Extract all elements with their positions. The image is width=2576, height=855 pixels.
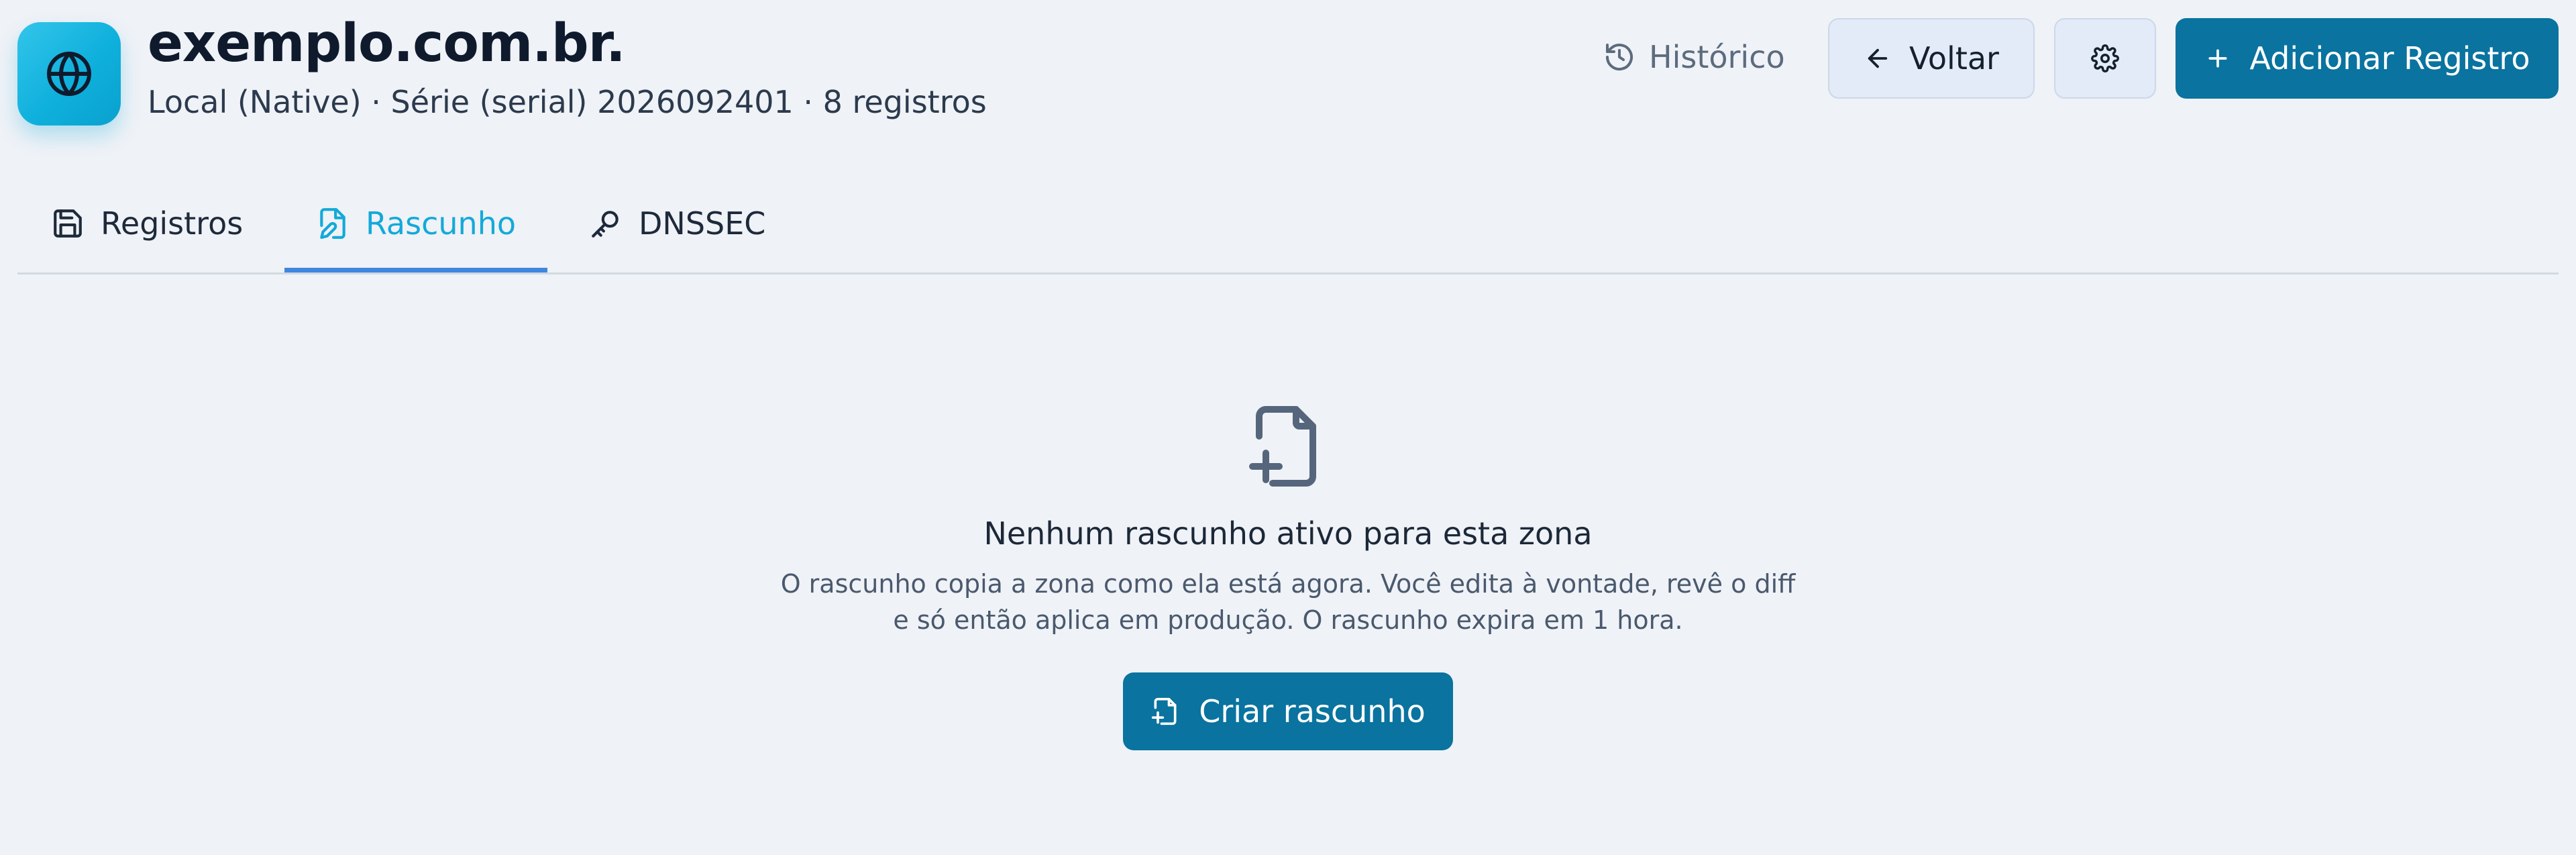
tab-dnssec-label: DNSSEC xyxy=(639,205,766,242)
history-label: Histórico xyxy=(1649,39,1785,75)
zone-subtitle: Local (Native) · Série (serial) 20260924… xyxy=(148,84,987,120)
empty-state-title: Nenhum rascunho ativo para esta zona xyxy=(983,515,1593,552)
zone-title: exemplo.com.br. xyxy=(148,13,626,74)
tab-bar: Registros Rascunho DNSSEC xyxy=(17,174,2559,274)
empty-state-description-line2: e só então aplica em produção. O rascunh… xyxy=(893,605,1683,635)
create-draft-button[interactable]: Criar rascunho xyxy=(1123,672,1453,750)
file-plus-icon xyxy=(1152,697,1177,725)
empty-state-description-line1: O rascunho copia a zona como ela está ag… xyxy=(780,569,1796,599)
arrow-left-icon xyxy=(1868,48,1888,68)
globe-icon xyxy=(47,52,91,96)
plus-icon xyxy=(2208,49,2227,68)
empty-state-description: O rascunho copia a zona como ela está ag… xyxy=(738,566,1838,638)
tab-registros[interactable]: Registros xyxy=(51,174,243,272)
file-edit-icon xyxy=(320,208,345,239)
zone-globe-badge xyxy=(17,22,121,125)
key-icon xyxy=(592,211,619,238)
add-record-label: Adicionar Registro xyxy=(2249,40,2530,77)
save-icon xyxy=(54,209,82,238)
tab-rascunho-label: Rascunho xyxy=(365,205,516,242)
history-icon xyxy=(1606,44,1633,71)
back-button[interactable]: Voltar xyxy=(1828,18,2035,99)
settings-button[interactable] xyxy=(2054,18,2156,99)
tab-registros-label: Registros xyxy=(101,205,244,242)
empty-state-icon xyxy=(1246,403,1326,490)
gear-icon xyxy=(2091,44,2119,72)
history-button[interactable]: Histórico xyxy=(1603,34,1785,81)
add-record-button[interactable]: Adicionar Registro xyxy=(2176,18,2559,99)
file-plus-icon xyxy=(1249,406,1316,487)
tab-dnssec[interactable]: DNSSEC xyxy=(589,174,765,272)
back-label: Voltar xyxy=(1909,40,1999,77)
create-draft-label: Criar rascunho xyxy=(1199,693,1426,730)
tab-rascunho[interactable]: Rascunho xyxy=(284,174,547,272)
